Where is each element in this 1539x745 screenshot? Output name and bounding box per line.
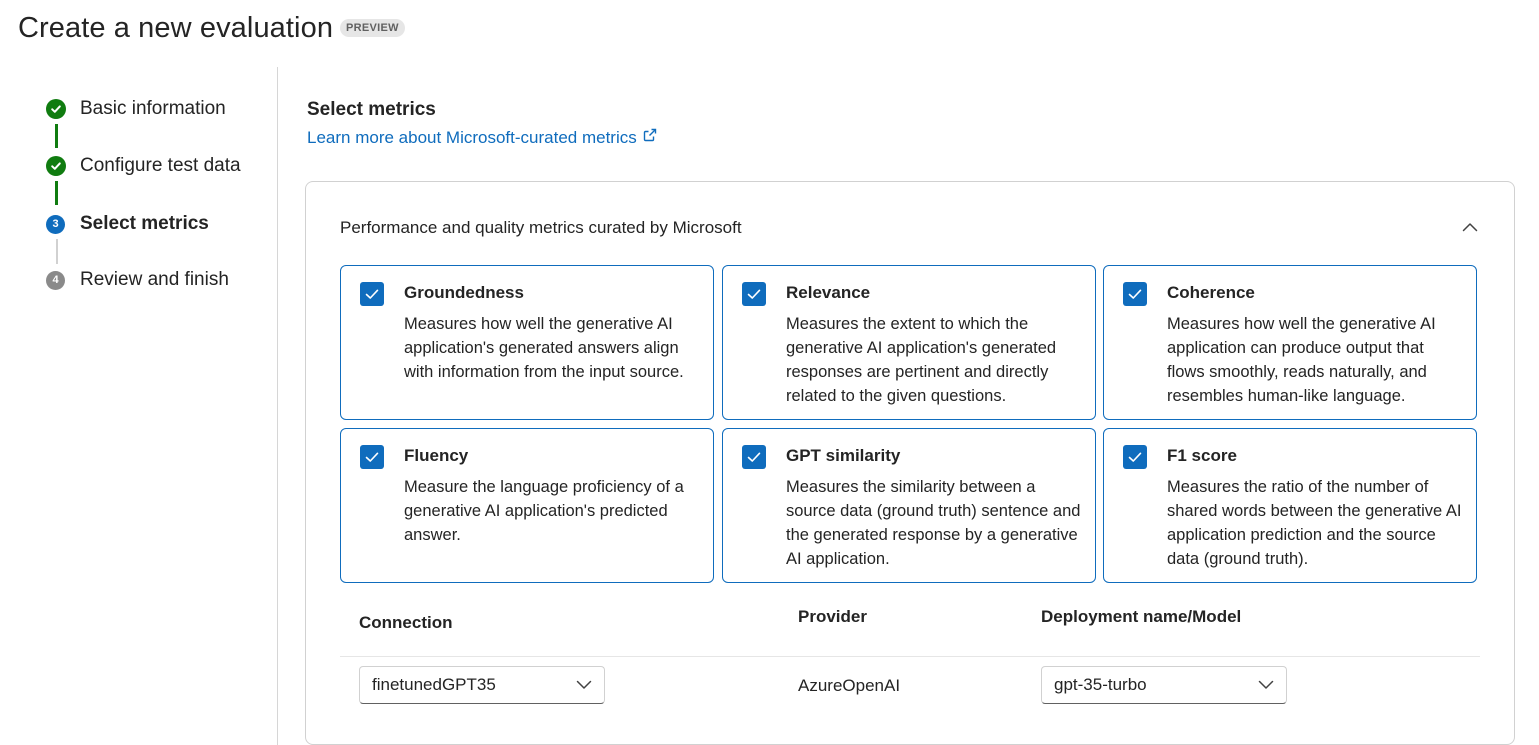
wizard-step-review-and-finish[interactable]: 4 Review and finish (46, 268, 229, 292)
checkmark-circle-icon (46, 99, 66, 119)
create-evaluation-page: Create a new evaluation PREVIEW Basic in… (0, 0, 1539, 745)
step-label: Select metrics (80, 213, 209, 234)
vertical-divider (277, 67, 278, 745)
deployment-dropdown[interactable]: gpt-35-turbo (1041, 666, 1287, 704)
step-number-icon: 4 (46, 270, 65, 290)
metric-checkbox[interactable] (360, 282, 384, 306)
provider-column-header: Provider (798, 607, 867, 626)
metric-description: Measures how well the generative AI appl… (404, 315, 684, 381)
table-divider (340, 656, 1480, 657)
metric-card-coherence[interactable]: Coherence Measures how well the generati… (1103, 265, 1477, 420)
step-label: Configure test data (80, 155, 241, 176)
metric-card-relevance[interactable]: Relevance Measures the extent to which t… (722, 265, 1096, 420)
preview-badge: PREVIEW (340, 19, 405, 37)
metric-title: Relevance (786, 283, 871, 302)
metric-card-gpt-similarity[interactable]: GPT similarity Measures the similarity b… (722, 428, 1096, 583)
chevron-down-icon (576, 675, 592, 695)
metric-checkbox[interactable] (1123, 282, 1147, 306)
connection-column-header: Connection (359, 613, 453, 632)
section-title: Select metrics (307, 99, 436, 120)
wizard-step-configure-test-data[interactable]: Configure test data (46, 154, 241, 178)
connection-dropdown-value: finetunedGPT35 (372, 675, 496, 694)
metric-description: Measures how well the generative AI appl… (1167, 315, 1436, 405)
provider-value: AzureOpenAI (798, 676, 901, 695)
step-number-icon: 3 (46, 214, 65, 234)
panel-title: Performance and quality metrics curated … (340, 218, 742, 237)
step-label: Review and finish (80, 269, 229, 290)
wizard-step-basic-information[interactable]: Basic information (46, 97, 226, 121)
metric-description: Measure the language proficiency of a ge… (404, 478, 684, 544)
metric-title: Fluency (404, 446, 469, 465)
step-connector (55, 124, 58, 148)
learn-more-link[interactable]: Learn more about Microsoft-curated metri… (307, 127, 658, 148)
metric-description: Measures the extent to which the generat… (786, 315, 1057, 405)
open-external-icon (642, 127, 658, 148)
metric-description: Measures the ratio of the number of shar… (1167, 478, 1462, 568)
connection-dropdown[interactable]: finetunedGPT35 (359, 666, 605, 704)
collapse-button[interactable] (1458, 216, 1482, 240)
metric-card-f1-score[interactable]: F1 score Measures the ratio of the numbe… (1103, 428, 1477, 583)
step-connector (55, 181, 58, 205)
metric-title: Coherence (1167, 283, 1255, 302)
metric-checkbox[interactable] (742, 282, 766, 306)
deployment-column-header: Deployment name/Model (1041, 607, 1242, 626)
step-label: Basic information (80, 98, 226, 119)
chevron-down-icon (1258, 675, 1274, 695)
metric-title: F1 score (1167, 446, 1237, 465)
page-title: Create a new evaluation (18, 12, 334, 44)
metric-checkbox[interactable] (742, 445, 766, 469)
chevron-up-icon (1462, 219, 1478, 237)
step-connector (55, 239, 58, 264)
metric-checkbox[interactable] (1123, 445, 1147, 469)
metric-checkbox[interactable] (360, 445, 384, 469)
checkmark-circle-icon (46, 156, 66, 176)
metric-description: Measures the similarity between a source… (786, 478, 1081, 568)
metrics-panel: Performance and quality metrics curated … (305, 181, 1515, 745)
metric-card-groundedness[interactable]: Groundedness Measures how well the gener… (340, 265, 714, 420)
wizard-step-select-metrics[interactable]: 3 Select metrics (46, 212, 209, 236)
metric-title: GPT similarity (786, 446, 901, 465)
learn-more-link-text: Learn more about Microsoft-curated metri… (307, 127, 637, 147)
metric-title: Groundedness (404, 283, 524, 302)
deployment-dropdown-value: gpt-35-turbo (1054, 675, 1147, 694)
metric-card-fluency[interactable]: Fluency Measure the language proficiency… (340, 428, 714, 583)
